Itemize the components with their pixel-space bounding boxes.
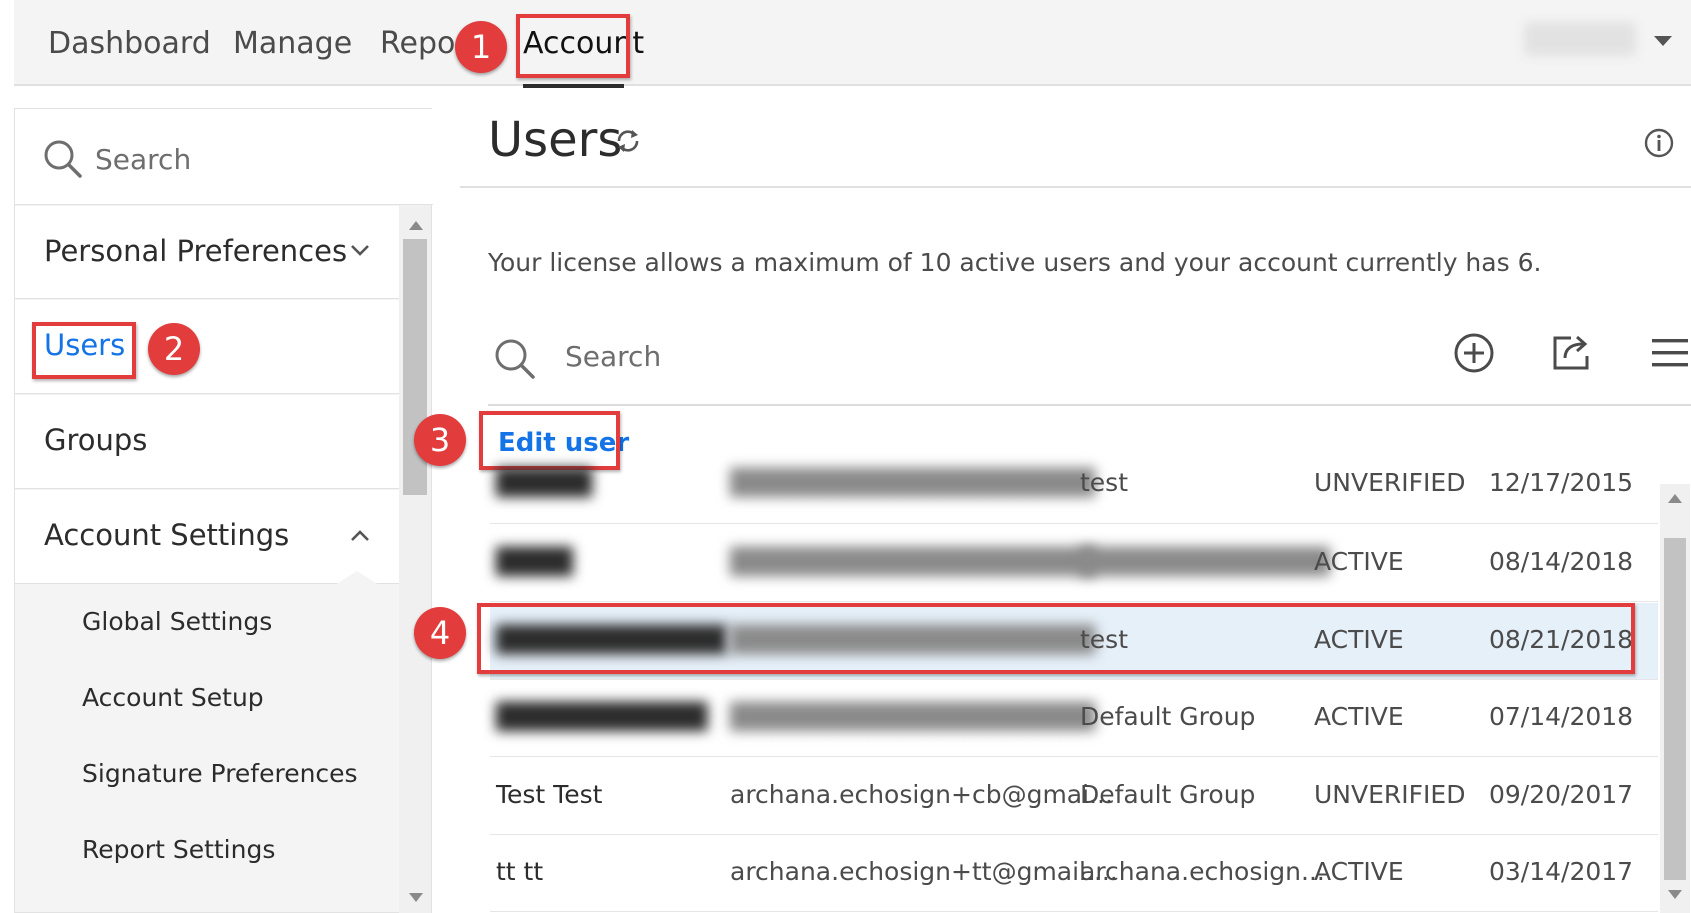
highlight-users-item [32, 322, 136, 379]
refresh-icon[interactable] [613, 126, 643, 156]
table-row[interactable]: ████ ███████████████████ █████████████ A… [490, 525, 1658, 602]
user-name: tt tt [496, 857, 544, 886]
scroll-up-icon[interactable] [409, 221, 423, 230]
user-email: archana.echosign+cb@gmai... [730, 780, 1113, 809]
user-group: █████████████ [1080, 547, 1330, 576]
sidebar-item-label: Personal Preferences [44, 234, 348, 268]
scroll-up-icon[interactable] [1668, 494, 1682, 503]
user-email: archana.echosign+tt@gmail.... [730, 857, 1118, 886]
user-status: UNVERIFIED [1314, 468, 1466, 497]
sidebar-item-account-settings[interactable]: Account Settings [15, 490, 399, 584]
callout-4: 4 [414, 607, 466, 659]
sidebar-subitem-report-settings[interactable]: Report Settings [82, 835, 275, 864]
top-navigation: Dashboard Manage Repor Account [14, 0, 1691, 86]
user-group: Default Group [1080, 780, 1256, 809]
user-name: ███████████ [496, 702, 708, 731]
table-row[interactable]: Test Test archana.echosign+cb@gmai... De… [490, 758, 1658, 835]
caret-down-icon[interactable] [1654, 36, 1672, 46]
scroll-down-icon[interactable] [409, 893, 423, 902]
toolbar-divider [488, 404, 1691, 406]
user-status: ACTIVE [1314, 857, 1404, 886]
user-name-blurred[interactable] [1524, 22, 1636, 56]
user-group: test [1080, 468, 1129, 497]
chevron-down-icon[interactable] [350, 244, 370, 258]
sidebar-subitem-account-setup[interactable]: Account Setup [82, 683, 264, 712]
table-row[interactable]: tt tt archana.echosign+tt@gmail.... arch… [490, 835, 1658, 912]
user-name: ████ [496, 547, 573, 576]
table-row[interactable]: █████ ███████████████████ test UNVERIFIE… [490, 458, 1658, 524]
user-date: 08/14/2018 [1489, 547, 1634, 576]
license-info-text: Your license allows a maximum of 10 acti… [488, 248, 1542, 277]
submenu-notch [335, 571, 379, 585]
sidebar-item-groups[interactable]: Groups [15, 395, 399, 489]
nav-manage[interactable]: Manage [233, 26, 352, 61]
active-tab-underline [523, 84, 624, 88]
callout-1: 1 [455, 21, 507, 73]
hamburger-menu-icon[interactable] [1650, 336, 1690, 370]
user-status: ACTIVE [1314, 547, 1404, 576]
search-icon[interactable] [494, 338, 536, 380]
sidebar-item-label: Account Settings [44, 518, 290, 552]
user-date: 07/14/2018 [1489, 702, 1634, 731]
highlight-account-tab [516, 14, 630, 78]
table-row[interactable]: ███████████ ███████████████████ Default … [490, 680, 1658, 757]
user-name: █████ [496, 468, 593, 497]
settings-sidebar: Search Personal Preferences Users Groups… [14, 108, 433, 913]
user-status: UNVERIFIED [1314, 780, 1466, 809]
user-email: ███████████████████ [730, 468, 1096, 497]
sidebar-item-personal-preferences[interactable]: Personal Preferences [15, 206, 399, 299]
page-title: Users [488, 112, 623, 168]
sidebar-subitem-global-settings[interactable]: Global Settings [82, 607, 272, 636]
nav-dashboard[interactable]: Dashboard [48, 26, 211, 61]
table-scrollbar-thumb[interactable] [1664, 538, 1686, 880]
user-search-input[interactable]: Search [565, 340, 661, 373]
user-date: 03/14/2017 [1489, 857, 1634, 886]
sidebar-search[interactable]: Search [15, 109, 433, 205]
search-icon [44, 140, 82, 178]
sidebar-item-label: Groups [44, 423, 148, 457]
user-group: Default Group [1080, 702, 1256, 731]
sidebar-search-placeholder: Search [95, 143, 192, 176]
user-date: 09/20/2017 [1489, 780, 1634, 809]
chevron-up-icon[interactable] [350, 528, 370, 542]
user-name: Test Test [496, 780, 603, 809]
user-status: ACTIVE [1314, 702, 1404, 731]
export-icon[interactable] [1551, 332, 1595, 372]
scroll-down-icon[interactable] [1668, 890, 1682, 899]
callout-3: 3 [414, 414, 466, 466]
sidebar-subitem-signature-preferences[interactable]: Signature Preferences [82, 759, 358, 788]
user-email: ███████████████████ [730, 702, 1096, 731]
add-circle-icon[interactable] [1453, 332, 1495, 374]
title-divider [460, 186, 1691, 188]
user-date: 12/17/2015 [1489, 468, 1634, 497]
user-group: archana.echosign... [1080, 857, 1325, 886]
user-email: ███████████████████ [730, 547, 1096, 576]
highlight-selected-row [477, 603, 1635, 674]
info-icon[interactable] [1643, 127, 1675, 159]
callout-2: 2 [148, 323, 200, 375]
